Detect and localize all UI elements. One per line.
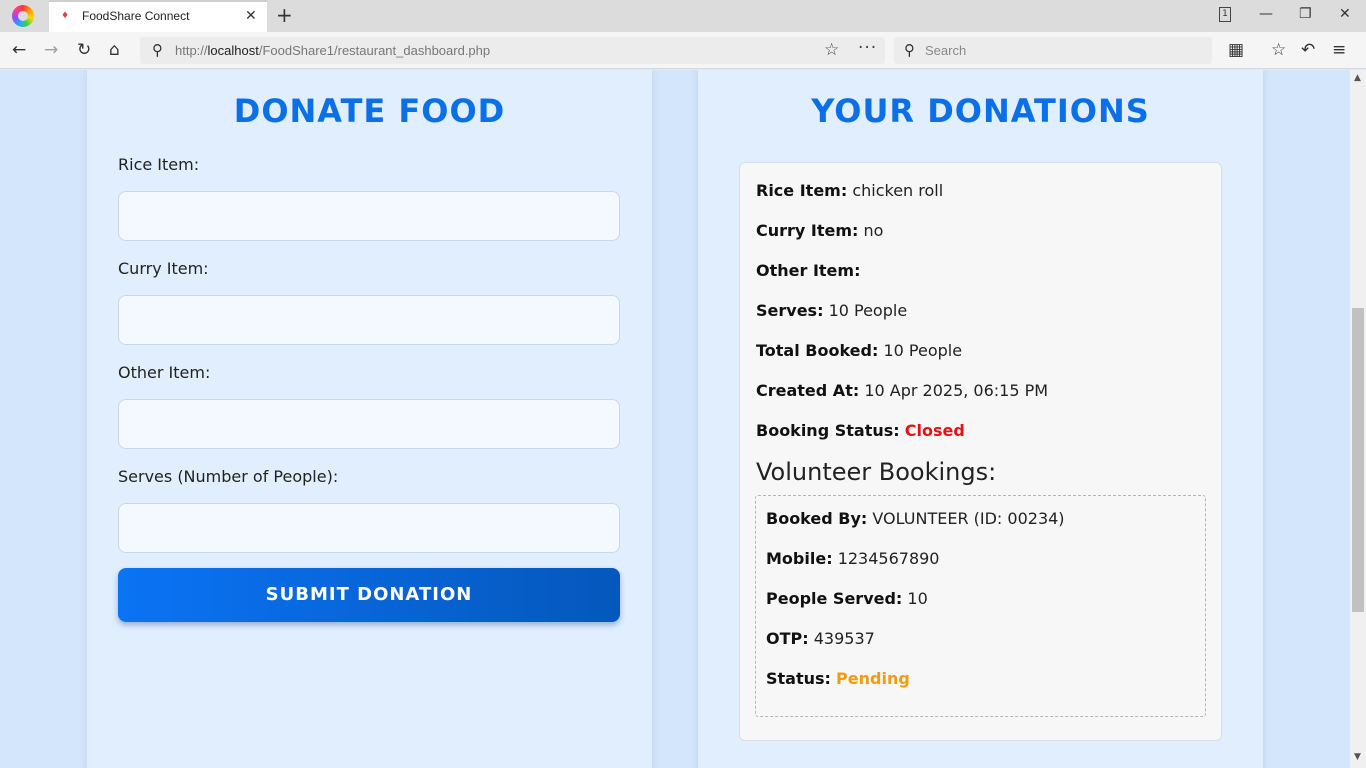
people-served-row: People Served: 10 (766, 589, 928, 608)
other-item-label: Other Item: (118, 363, 211, 382)
scroll-up-icon[interactable]: ▲ (1354, 73, 1361, 83)
search-input[interactable]: Search (925, 43, 966, 58)
url-text[interactable]: http://localhost/FoodShare1/restaurant_d… (175, 43, 490, 58)
other-item-row: Other Item: (756, 261, 861, 280)
bookmark-star-icon[interactable]: ☆ (824, 40, 839, 60)
submit-donation-button[interactable]: SUBMIT DONATION (118, 568, 620, 622)
tab-foodshare[interactable]: ♦ FoodShare Connect ✕ (49, 0, 267, 32)
donate-food-heading: DONATE FOOD (233, 92, 506, 130)
menu-icon[interactable]: ≡ (1332, 40, 1346, 60)
curry-item-row: Curry Item: no (756, 221, 884, 240)
status-badge: Closed (904, 421, 965, 440)
close-window-icon[interactable]: ✕ (1339, 6, 1351, 22)
browser-logo-icon[interactable] (12, 5, 34, 27)
rice-item-row: Rice Item: chicken roll (756, 181, 944, 200)
address-bar[interactable]: ⚲ http://localhost/FoodShare1/restaurant… (140, 37, 885, 64)
booking-status-row: Status: Pending (766, 669, 910, 688)
search-bar[interactable]: ⚲ Search (894, 37, 1212, 64)
favicon-icon: ♦ (61, 11, 70, 21)
curry-item-input[interactable] (118, 295, 620, 345)
forward-icon[interactable]: → (44, 40, 58, 60)
serves-input[interactable] (118, 503, 620, 553)
your-donations-card: YOUR DONATIONS Rice Item: chicken roll C… (698, 70, 1263, 768)
more-options-icon[interactable]: ··· (858, 38, 877, 58)
rice-item-input[interactable] (118, 191, 620, 241)
total-booked-row: Total Booked: 10 People (756, 341, 963, 360)
mobile-row: Mobile: 1234567890 (766, 549, 940, 568)
restore-icon[interactable]: ❐ (1299, 6, 1312, 22)
scroll-down-icon[interactable]: ▼ (1354, 752, 1361, 762)
minimize-icon[interactable]: — (1259, 6, 1273, 22)
apps-grid-icon[interactable]: ▦ (1228, 40, 1244, 60)
your-donations-heading: YOUR DONATIONS (811, 92, 1150, 130)
favorites-icon[interactable]: ☆ (1271, 40, 1286, 60)
other-item-input[interactable] (118, 399, 620, 449)
home-icon[interactable]: ⌂ (109, 40, 120, 60)
new-tab-icon[interactable]: + (276, 3, 293, 27)
booking-status-row: Booking Status: Closed (756, 421, 965, 440)
tab-count-icon[interactable]: 1 (1219, 7, 1231, 22)
curry-item-label: Curry Item: (118, 259, 209, 278)
search-icon: ⚲ (904, 41, 915, 59)
navigation-bar: ← → ↻ ⌂ ⚲ http://localhost/FoodShare1/re… (0, 32, 1366, 69)
otp-row: OTP: 439537 (766, 629, 875, 648)
search-icon: ⚲ (152, 41, 163, 59)
donate-food-card: DONATE FOOD Rice Item: Curry Item: Other… (87, 70, 652, 768)
back-icon[interactable]: ← (12, 40, 26, 60)
donation-entry: Rice Item: chicken roll Curry Item: no O… (739, 162, 1222, 741)
created-at-row: Created At: 10 Apr 2025, 06:15 PM (756, 381, 1049, 400)
serves-label: Serves (Number of People): (118, 467, 339, 486)
serves-row: Serves: 10 People (756, 301, 908, 320)
tab-bar: ♦ FoodShare Connect ✕ + 1 — ❐ ✕ (0, 0, 1366, 32)
page-scrollbar[interactable]: ▲ ▼ (1350, 70, 1366, 768)
scroll-thumb[interactable] (1352, 308, 1364, 612)
volunteer-booking: Booked By: VOLUNTEER (ID: 00234) Mobile:… (755, 495, 1206, 717)
volunteer-bookings-heading: Volunteer Bookings: (756, 458, 997, 486)
page-content: DONATE FOOD Rice Item: Curry Item: Other… (0, 70, 1350, 768)
tab-title: FoodShare Connect (82, 9, 190, 23)
undo-icon[interactable]: ↶ (1301, 40, 1315, 60)
tab-close-icon[interactable]: ✕ (245, 8, 257, 24)
booked-by-row: Booked By: VOLUNTEER (ID: 00234) (766, 509, 1065, 528)
reload-icon[interactable]: ↻ (77, 40, 91, 60)
rice-item-label: Rice Item: (118, 155, 200, 174)
status-badge: Pending (836, 669, 910, 688)
